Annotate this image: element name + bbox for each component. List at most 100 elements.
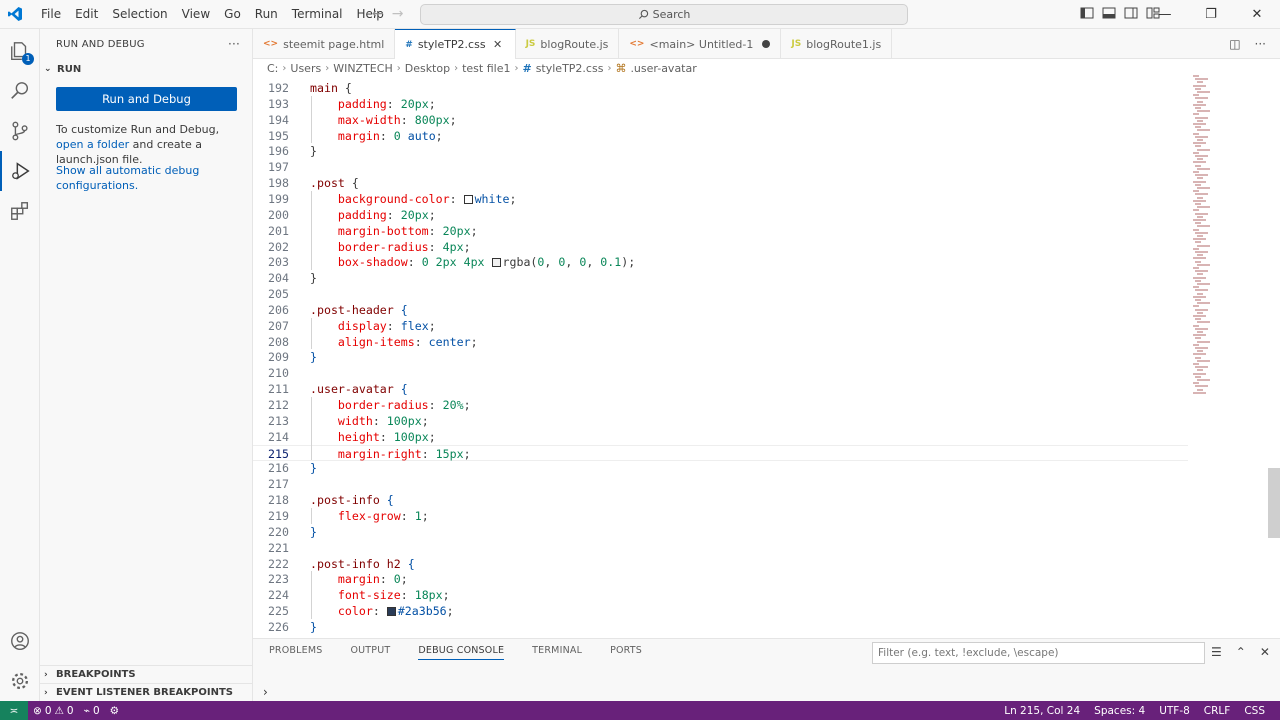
panel-tab-terminal[interactable]: TERMINAL [532, 645, 582, 660]
code-line[interactable]: 193 padding: 20px; [253, 96, 1188, 112]
code-line[interactable]: 217 [253, 476, 1188, 492]
forward-arrow-icon[interactable]: → [392, 6, 404, 22]
code-line[interactable]: 198 .post { [253, 175, 1188, 191]
remote-indicator-icon[interactable]: ≍ [0, 701, 28, 720]
code-line[interactable]: 205 [253, 286, 1188, 302]
close-panel-icon[interactable]: ✕ [1260, 645, 1270, 659]
minimize-icon[interactable]: — [1142, 0, 1188, 29]
code-line[interactable]: 194 max-width: 800px; [253, 112, 1188, 128]
minimap[interactable] [1190, 75, 1270, 395]
code-line[interactable]: 214 height: 100px; [253, 429, 1188, 445]
explorer-icon[interactable]: 1 [0, 31, 40, 71]
code-line[interactable]: 209} [253, 349, 1188, 365]
cursor-position[interactable]: Ln 215, Col 24 [997, 705, 1087, 717]
code-line[interactable]: 202 border-radius: 4px; [253, 239, 1188, 255]
color-swatch-icon[interactable] [491, 258, 501, 268]
language-mode-status[interactable]: CSS [1237, 705, 1272, 717]
code-line[interactable]: 192 main { [253, 80, 1188, 96]
code-line[interactable]: 225 color: #2a3b56; [253, 603, 1188, 619]
tab-steemit-page[interactable]: <> steemit page.html [253, 29, 396, 59]
source-control-icon[interactable] [0, 111, 40, 151]
split-editor-icon[interactable]: ◫ [1229, 37, 1240, 51]
code-line[interactable]: 213 width: 100px; [253, 413, 1188, 429]
code-line[interactable]: 197 [253, 159, 1188, 175]
breadcrumb-item[interactable]: WINZTECH [333, 62, 393, 75]
eol-status[interactable]: CRLF [1197, 705, 1238, 717]
code-line[interactable]: 199 background-color: white; [253, 191, 1188, 207]
code-editor[interactable]: 192 main {193 padding: 20px; 194 max-width… [253, 80, 1280, 635]
color-swatch-icon[interactable] [463, 194, 473, 204]
search-view-icon[interactable] [0, 71, 40, 111]
color-swatch-icon[interactable] [386, 607, 396, 617]
menu-view[interactable]: View [175, 0, 217, 29]
indentation-status[interactable]: Spaces: 4 [1087, 705, 1152, 717]
close-window-icon[interactable]: ✕ [1234, 0, 1280, 29]
command-center-search[interactable]: Search [420, 4, 908, 25]
code-line[interactable]: 223 margin: 0; [253, 571, 1188, 587]
code-line[interactable]: 196} [253, 143, 1188, 159]
code-line[interactable]: 224 font-size: 18px; [253, 587, 1188, 603]
code-line[interactable]: 221 [253, 540, 1188, 556]
run-section-header[interactable]: ⌄ RUN [40, 59, 252, 79]
open-folder-link[interactable]: open a folder [56, 138, 129, 151]
maximize-panel-icon[interactable]: ⌃ [1236, 645, 1246, 659]
code-line[interactable]: 208 align-items: center; [253, 334, 1188, 350]
menu-go[interactable]: Go [217, 0, 248, 29]
tab-untitled-1[interactable]: <> <main> Untitled-1 [619, 29, 782, 59]
breadcrumb-item[interactable]: .user-avatar [630, 62, 696, 75]
more-actions-icon[interactable]: ··· [1255, 37, 1266, 51]
run-and-debug-button[interactable]: Run and Debug [56, 87, 237, 111]
code-line[interactable]: 226} [253, 619, 1188, 635]
code-line[interactable]: 195 margin: 0 auto; [253, 128, 1188, 144]
menu-selection[interactable]: Selection [105, 0, 174, 29]
debug-console-filter-input[interactable]: Filter (e.g. text, !exclude, \escape) [872, 642, 1205, 664]
breadcrumb-item[interactable]: C: [267, 62, 278, 75]
code-line[interactable]: 215 margin-right: 15px; [253, 444, 1188, 461]
code-line[interactable]: 204} [253, 270, 1188, 286]
show-all-configurations-link[interactable]: Show all automatic debug configurations. [56, 163, 244, 193]
run-and-debug-icon[interactable] [0, 151, 40, 191]
encoding-status[interactable]: UTF-8 [1152, 705, 1197, 717]
toggle-secondary-sidebar-icon[interactable] [1124, 6, 1138, 20]
toggle-panel-icon[interactable] [1102, 6, 1116, 20]
more-actions-icon[interactable]: ··· [228, 37, 240, 51]
close-tab-icon[interactable]: ✕ [491, 38, 505, 51]
menu-file[interactable]: File [34, 0, 68, 29]
debug-status-icon[interactable]: ⚙ [105, 705, 124, 717]
breadcrumb-item[interactable]: Users [290, 62, 321, 75]
code-line[interactable]: 220} [253, 524, 1188, 540]
breakpoints-section[interactable]: › BREAKPOINTS [40, 665, 253, 683]
tab-blogroute1[interactable]: JS blogRoute1.js [781, 29, 893, 59]
console-prompt-chevron-icon[interactable]: › [263, 685, 268, 699]
code-line[interactable]: 203 box-shadow: 0 2px 4px rgba(0, 0, 0, … [253, 254, 1188, 270]
code-line[interactable]: 210 [253, 365, 1188, 381]
tab-styletp2[interactable]: # styleTP2.css ✕ [395, 29, 516, 59]
menu-run[interactable]: Run [248, 0, 285, 29]
code-line[interactable]: 200 padding: 20px; [253, 207, 1188, 223]
code-line[interactable]: 216} [253, 460, 1188, 476]
code-line[interactable]: 201 margin-bottom: 20px; [253, 223, 1188, 239]
breadcrumb-item[interactable]: Desktop [405, 62, 450, 75]
back-arrow-icon[interactable]: ← [372, 6, 384, 22]
breadcrumb-item[interactable]: styleTP2.css [536, 62, 604, 75]
panel-tab-ports[interactable]: PORTS [610, 645, 642, 660]
event-listener-breakpoints-section[interactable]: › EVENT LISTENER BREAKPOINTS [40, 683, 253, 701]
extensions-icon[interactable] [0, 191, 40, 231]
problems-status[interactable]: ⊗ 0 ⚠ 0 [28, 705, 79, 717]
code-line[interactable]: 211 .user-avatar { [253, 381, 1188, 397]
menu-edit[interactable]: Edit [68, 0, 105, 29]
vertical-scrollbar[interactable] [1268, 468, 1280, 538]
code-line[interactable]: 222 .post-info h2 { [253, 556, 1188, 572]
code-line[interactable]: 206 .post-header { [253, 302, 1188, 318]
accounts-icon[interactable] [0, 621, 40, 661]
panel-tab-output[interactable]: OUTPUT [350, 645, 390, 660]
code-line[interactable]: 207 display: flex; [253, 318, 1188, 334]
unsaved-dot-icon[interactable] [762, 40, 771, 48]
clear-console-icon[interactable]: ☰ [1211, 645, 1222, 659]
ports-status[interactable]: ⌁ 0 [79, 705, 105, 717]
code-line[interactable]: 218 .post-info { [253, 492, 1188, 508]
code-line[interactable]: 212 border-radius: 20%; [253, 397, 1188, 413]
toggle-primary-sidebar-icon[interactable] [1080, 6, 1094, 20]
restore-icon[interactable]: ❐ [1188, 0, 1234, 29]
menu-terminal[interactable]: Terminal [285, 0, 350, 29]
